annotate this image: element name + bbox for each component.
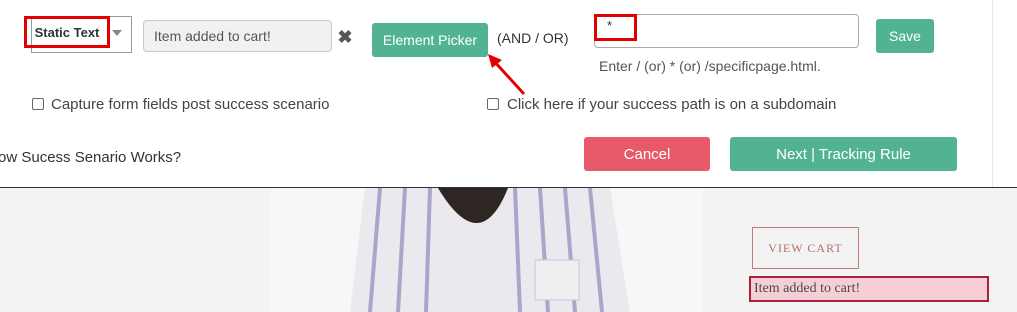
url-hint-text: Enter / (or) * (or) /specificpage.html. (599, 58, 821, 74)
panel-edge (992, 0, 993, 187)
cancel-button[interactable]: Cancel (584, 137, 710, 171)
model-shirt-illustration (270, 188, 702, 312)
selector-value-input[interactable]: Item added to cart! (143, 20, 332, 52)
cart-confirmation-message: Item added to cart! (749, 276, 989, 302)
and-or-label: (AND / OR) (497, 30, 569, 46)
capture-fields-checkbox[interactable] (32, 98, 44, 110)
close-icon[interactable]: ✖ (337, 28, 353, 46)
element-picker-button[interactable]: Element Picker (372, 23, 488, 57)
next-tracking-rule-button[interactable]: Next | Tracking Rule (730, 137, 957, 171)
product-image (270, 188, 702, 312)
subdomain-checkbox[interactable] (487, 98, 499, 110)
success-url-value[interactable]: * (594, 14, 637, 41)
selector-type-value[interactable]: Static Text (24, 16, 110, 48)
subdomain-label[interactable]: Click here if your success path is on a … (507, 96, 867, 113)
save-button[interactable]: Save (876, 19, 934, 53)
chevron-down-icon[interactable] (112, 30, 122, 36)
annotation-arrow-icon (488, 54, 526, 96)
view-cart-button[interactable]: VIEW CART (752, 227, 859, 269)
capture-fields-label[interactable]: Capture form fields post success scenari… (51, 96, 371, 113)
selector-value-text: Item added to cart! (154, 28, 271, 44)
how-it-works-link[interactable]: ow Sucess Senario Works? (0, 149, 218, 166)
